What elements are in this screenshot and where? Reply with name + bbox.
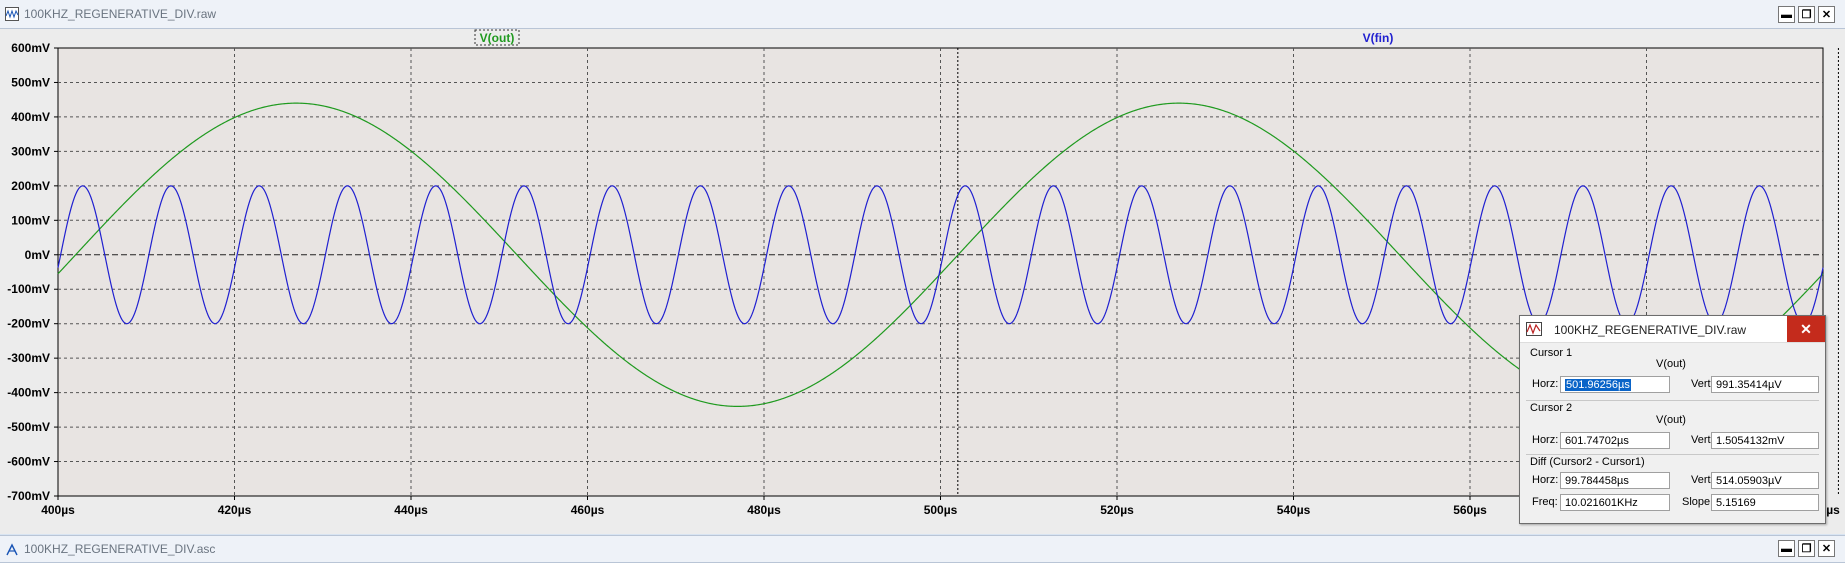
diff-vert-field[interactable]: 514.05903µV: [1711, 472, 1819, 489]
dialog-titlebar[interactable]: 100KHZ_REGENERATIVE_DIV.raw ✕: [1520, 316, 1825, 343]
minimize-button[interactable]: ▬: [1778, 540, 1795, 557]
cursor-readout-dialog[interactable]: 100KHZ_REGENERATIVE_DIV.raw ✕ Cursor 1 V…: [1519, 315, 1826, 524]
divider: [1526, 400, 1819, 401]
cursor2-trace-name: V(out): [1656, 414, 1686, 426]
x-tick-label: 480µs: [747, 503, 781, 517]
minimize-button[interactable]: ▬: [1778, 6, 1795, 23]
y-tick-label: -500mV: [7, 420, 50, 434]
dialog-close-button[interactable]: ✕: [1787, 316, 1825, 342]
cursor2-horz-label: Horz:: [1532, 434, 1559, 446]
y-tick-label: -300mV: [7, 351, 50, 365]
y-tick-label: 100mV: [11, 213, 50, 227]
cursor1-trace-name: V(out): [1656, 358, 1686, 370]
y-tick-label: -100mV: [7, 282, 50, 296]
x-tick-label: 520µs: [1100, 503, 1134, 517]
y-tick-label: -200mV: [7, 317, 50, 331]
cursor1-header: Cursor 1: [1530, 347, 1573, 359]
schematic-file-icon: [6, 543, 18, 556]
plot-window-title: 100KHZ_REGENERATIVE_DIV.raw: [24, 7, 217, 21]
diff-header: Diff (Cursor2 - Cursor1): [1530, 456, 1645, 468]
x-tick-label: 400µs: [41, 503, 75, 517]
waveform-file-icon: [5, 7, 19, 21]
close-button[interactable]: ✕: [1818, 6, 1835, 23]
x-tick-label: 420µs: [218, 503, 252, 517]
cursor2-vert-field[interactable]: 1.5054132mV: [1711, 432, 1819, 449]
restore-button[interactable]: ❐: [1798, 6, 1815, 23]
schematic-window-titlebar[interactable]: 100KHZ_REGENERATIVE_DIV.asc ▬ ❐ ✕: [0, 535, 1845, 563]
y-tick-label: 500mV: [11, 75, 50, 89]
cursor2-header: Cursor 2: [1530, 402, 1573, 414]
cursor2-horz-field[interactable]: 601.74702µs: [1560, 432, 1670, 449]
diff-horz-label: Horz:: [1532, 474, 1559, 486]
restore-button[interactable]: ❐: [1798, 540, 1815, 557]
slope-label: Slope:: [1682, 496, 1714, 508]
y-tick-label: 600mV: [11, 41, 50, 55]
legend-vfin: V(fin): [1363, 31, 1394, 45]
y-tick-label: 300mV: [11, 144, 50, 158]
schematic-window-title: 100KHZ_REGENERATIVE_DIV.asc: [24, 542, 216, 556]
y-tick-label: -700mV: [7, 489, 50, 503]
waveform-file-icon: [1526, 322, 1542, 336]
legend-vout: V(out): [480, 31, 515, 45]
cursor1-horz-field[interactable]: 501.96256µs: [1560, 376, 1670, 393]
y-tick-label: -400mV: [7, 386, 50, 400]
x-tick-label: 540µs: [1277, 503, 1311, 517]
x-tick-label: 500µs: [924, 503, 958, 517]
cursor1-vert-field[interactable]: 991.35414µV: [1711, 376, 1819, 393]
close-button[interactable]: ✕: [1818, 540, 1835, 557]
dialog-title: 100KHZ_REGENERATIVE_DIV.raw: [1554, 323, 1747, 337]
y-tick-label: 400mV: [11, 110, 50, 124]
x-tick-label: 560µs: [1453, 503, 1487, 517]
slope-field[interactable]: 5.15169: [1711, 494, 1819, 511]
freq-field[interactable]: 10.021601KHz: [1560, 494, 1670, 511]
y-tick-label: -600mV: [7, 455, 50, 469]
cursor1-horz-label: Horz:: [1532, 378, 1559, 390]
x-tick-label: 460µs: [571, 503, 605, 517]
freq-label: Freq:: [1532, 496, 1558, 508]
plot-window-titlebar[interactable]: 100KHZ_REGENERATIVE_DIV.raw ▬ ❐ ✕: [0, 0, 1845, 29]
y-tick-label: 200mV: [11, 179, 50, 193]
y-tick-label: 0mV: [25, 248, 50, 262]
divider: [1526, 454, 1819, 455]
diff-horz-field[interactable]: 99.784458µs: [1560, 472, 1670, 489]
x-tick-label: 440µs: [394, 503, 428, 517]
